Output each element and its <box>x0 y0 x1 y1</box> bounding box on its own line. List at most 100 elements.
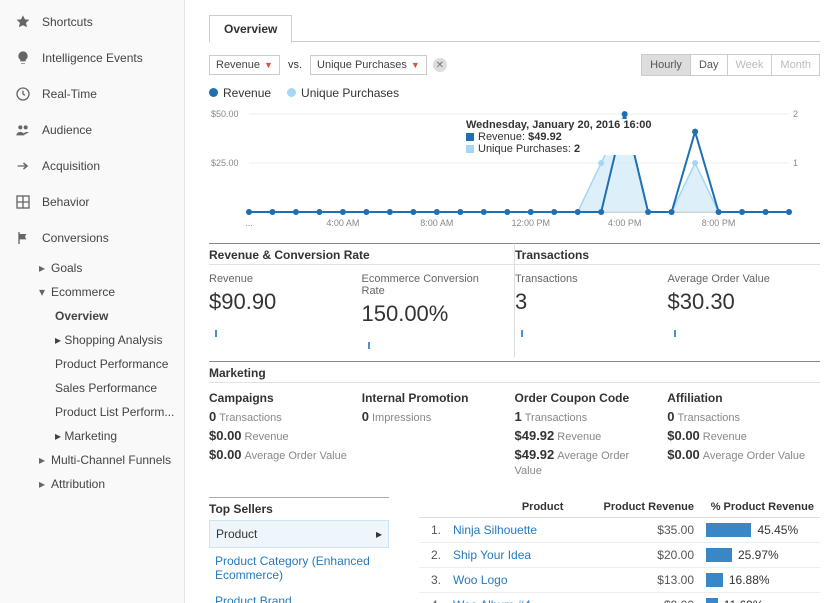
marketing-line: $49.92Average Order Value <box>515 447 658 477</box>
sidebar-subsub-marketing[interactable]: ▸ Marketing <box>0 424 184 448</box>
chevron-right-icon: ▸ <box>376 527 382 541</box>
time-granularity-toggle: Hourly Day Week Month <box>642 54 820 76</box>
caret-right-icon: ▸ <box>39 453 49 467</box>
arrow-right-icon <box>14 157 32 175</box>
marketing-col-header: Affiliation <box>667 391 810 405</box>
sidebar-item-intelligence-events[interactable]: Intelligence Events <box>0 40 184 76</box>
metric-b-dropdown[interactable]: Unique Purchases▼ <box>310 55 427 75</box>
top-sellers-item-category[interactable]: Product Category (Enhanced Ecommerce) <box>209 548 389 588</box>
sidebar-item-acquisition[interactable]: Acquisition <box>0 148 184 184</box>
top-sellers-dimension-list: Top Sellers Product▸ Product Category (E… <box>209 497 389 603</box>
marketing-line: $49.92Revenue <box>515 428 658 443</box>
section-title-marketing: Marketing <box>209 362 820 382</box>
marketing-col-header: Internal Promotion <box>362 391 505 405</box>
section-title-transactions: Transactions <box>515 244 820 264</box>
svg-text:$50.00: $50.00 <box>211 109 239 119</box>
caret-right-icon: ▸ <box>55 333 61 347</box>
chevron-down-icon: ▼ <box>411 60 420 70</box>
product-link[interactable]: Woo Album #4 <box>447 593 569 603</box>
tab-overview[interactable]: Overview <box>209 15 292 43</box>
flag-icon <box>14 229 32 247</box>
svg-text:$25.00: $25.00 <box>211 158 239 168</box>
svg-text:4:00 PM: 4:00 PM <box>608 218 642 228</box>
sidebar-subsub-overview[interactable]: Overview <box>0 304 184 328</box>
time-month-button[interactable]: Month <box>771 54 820 76</box>
marketing-line: 1Transactions <box>515 409 658 424</box>
main-chart[interactable]: $25.00 $50.00 1 2... 4:00 AM 8:00 AM 12:00 PM 4… <box>209 104 820 239</box>
sidebar-item-realtime[interactable]: Real-Time <box>0 76 184 112</box>
chevron-down-icon: ▼ <box>264 60 273 70</box>
people-icon <box>14 121 32 139</box>
marketing-col: Campaigns0Transactions$0.00Revenue$0.00A… <box>209 383 362 489</box>
sidebar-item-audience[interactable]: Audience <box>0 112 184 148</box>
sidebar-subsub-shopping-analysis[interactable]: ▸ Shopping Analysis <box>0 328 184 352</box>
sidebar-item-behavior[interactable]: Behavior <box>0 184 184 220</box>
tooltip-swatch <box>466 145 474 153</box>
tooltip-swatch <box>466 133 474 141</box>
metric-transactions: Transactions 3 <box>515 264 668 345</box>
sidebar-label: Behavior <box>42 195 89 209</box>
sparkline <box>668 325 708 337</box>
marketing-col: Affiliation0Transactions$0.00Revenue$0.0… <box>667 383 820 489</box>
marketing-col-header: Order Coupon Code <box>515 391 658 405</box>
sidebar-label: Real-Time <box>42 87 97 101</box>
marketing-line: 0Transactions <box>667 409 810 424</box>
sidebar-label: Shortcuts <box>42 15 93 29</box>
product-link[interactable]: Ship Your Idea <box>447 543 569 568</box>
sidebar-sub-ecommerce[interactable]: ▾Ecommerce <box>0 280 184 304</box>
section-title-revenue-conv: Revenue & Conversion Rate <box>209 244 514 264</box>
sidebar-subsub-product-performance[interactable]: Product Performance <box>0 352 184 376</box>
sidebar-item-conversions[interactable]: Conversions <box>0 220 184 256</box>
metric-a-dropdown[interactable]: Revenue▼ <box>209 55 280 75</box>
top-sellers-table: Product Product Revenue % Product Revenu… <box>419 497 820 603</box>
chart-legend: Revenue Unique Purchases <box>209 86 820 100</box>
time-week-button[interactable]: Week <box>727 54 773 76</box>
sidebar-subsub-product-list-perform[interactable]: Product List Perform... <box>0 400 184 424</box>
marketing-col: Internal Promotion 0Impressions <box>362 383 515 489</box>
top-sellers-item-brand[interactable]: Product Brand <box>209 588 389 603</box>
top-sellers-item-product[interactable]: Product▸ <box>209 520 389 548</box>
table-row: 2.Ship Your Idea$20.0025.97% <box>419 543 820 568</box>
marketing-col: Order Coupon Code 1Transactions $49.92Reve… <box>515 383 668 489</box>
marketing-line: $0.00Revenue <box>667 428 810 443</box>
table-row: 1.Ninja Silhouette$35.0045.45% <box>419 518 820 543</box>
svg-text:8:00 PM: 8:00 PM <box>702 218 736 228</box>
sidebar: Shortcuts Intelligence Events Real-Time … <box>0 0 185 603</box>
sidebar-sub-goals[interactable]: ▸Goals <box>0 256 184 280</box>
svg-text:8:00 AM: 8:00 AM <box>420 218 453 228</box>
marketing-line: 0Impressions <box>362 409 505 424</box>
legend-dot-unique-purchases <box>287 88 296 97</box>
sidebar-item-shortcuts[interactable]: Shortcuts <box>0 4 184 40</box>
product-link[interactable]: Woo Logo <box>447 568 569 593</box>
star-icon <box>14 13 32 31</box>
product-link[interactable]: Ninja Silhouette <box>447 518 569 543</box>
caret-right-icon: ▸ <box>39 261 49 275</box>
svg-text:2: 2 <box>793 109 798 119</box>
controls-row: Revenue▼ vs. Unique Purchases▼ ✕ Hourly … <box>209 54 820 76</box>
remove-comparison-button[interactable]: ✕ <box>433 58 447 72</box>
svg-text:4:00 AM: 4:00 AM <box>326 218 359 228</box>
vs-label: vs. <box>288 59 302 71</box>
caret-down-icon: ▾ <box>39 285 49 299</box>
svg-text:12:00 PM: 12:00 PM <box>511 218 550 228</box>
sidebar-sub-attribution[interactable]: ▸Attribution <box>0 472 184 496</box>
sparkline <box>209 325 249 337</box>
time-day-button[interactable]: Day <box>690 54 728 76</box>
svg-text:...: ... <box>245 218 253 228</box>
caret-right-icon: ▸ <box>55 429 61 443</box>
grid-icon <box>14 193 32 211</box>
table-row: 3.Woo Logo$13.0016.88% <box>419 568 820 593</box>
sidebar-sub-multichannel-funnels[interactable]: ▸Multi-Channel Funnels <box>0 448 184 472</box>
svg-text:1: 1 <box>793 158 798 168</box>
clock-icon <box>14 85 32 103</box>
marketing-line: 0Transactions <box>209 409 352 424</box>
sidebar-label: Intelligence Events <box>42 51 143 65</box>
sparkline <box>362 337 402 349</box>
time-hourly-button[interactable]: Hourly <box>641 54 691 76</box>
sidebar-subsub-sales-performance[interactable]: Sales Performance <box>0 376 184 400</box>
sidebar-label: Acquisition <box>42 159 100 173</box>
metric-conv-rate: Ecommerce Conversion Rate 150.00% <box>362 264 515 357</box>
sparkline <box>515 325 555 337</box>
table-row: 4.Woo Album #4$9.0011.69% <box>419 593 820 603</box>
marketing-line: $0.00Revenue <box>209 428 352 443</box>
